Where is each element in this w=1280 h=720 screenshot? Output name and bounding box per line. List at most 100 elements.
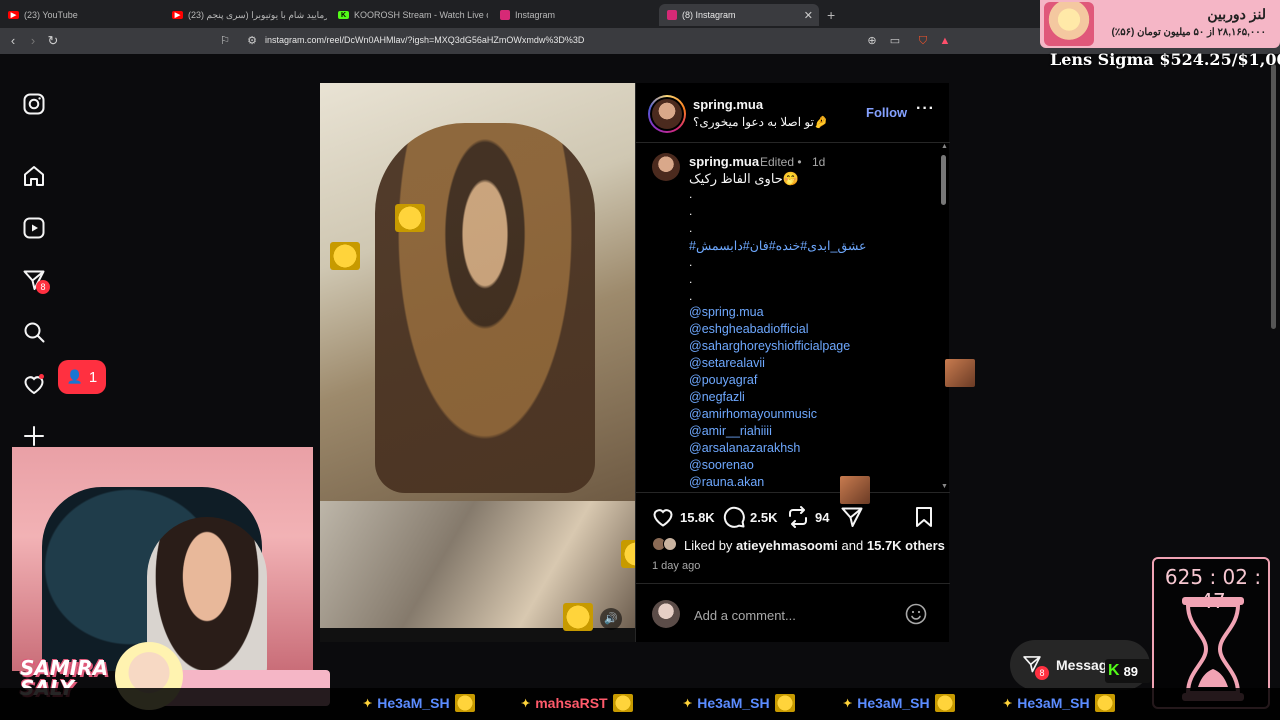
reel-person-image bbox=[375, 123, 595, 493]
notification-count: 1 bbox=[88, 368, 98, 386]
scroll-thumb[interactable] bbox=[941, 155, 946, 205]
divider bbox=[636, 142, 950, 143]
follow-button[interactable]: Follow bbox=[866, 105, 907, 120]
tab-instagram-active[interactable]: (8) Instagram ✕ bbox=[659, 4, 819, 26]
comment-input[interactable]: Add a comment... bbox=[694, 608, 796, 623]
liker-avatar bbox=[663, 537, 677, 551]
bookmark-icon[interactable]: ⚐ bbox=[218, 34, 232, 48]
chat-user-chip: ✦ He3aM_SH bbox=[1003, 694, 1115, 712]
goal-subtitle: ۲۸,۱۶۵,۰۰۰ از ۵۰ میلیون تومان (۵۶٪) bbox=[1111, 27, 1266, 38]
goal-title: لنز دوربین bbox=[1207, 6, 1266, 22]
mention-link[interactable]: @rauna.akan bbox=[689, 475, 764, 489]
mention-link[interactable]: @amirhomayounmusic bbox=[689, 407, 817, 421]
caption-username[interactable]: spring.mua bbox=[689, 154, 759, 169]
caption-dot: . bbox=[689, 221, 693, 235]
chat-badge-icon: ✦ bbox=[1003, 697, 1013, 710]
more-options-icon[interactable]: ··· bbox=[916, 100, 935, 118]
instagram-logo-icon[interactable] bbox=[22, 92, 46, 116]
liked-by-and: and bbox=[841, 538, 864, 553]
caption-avatar[interactable] bbox=[652, 153, 680, 181]
goal-avatar bbox=[1044, 2, 1094, 46]
like-icon[interactable] bbox=[651, 505, 675, 529]
chat-badge-icon: ✦ bbox=[363, 697, 373, 710]
scroll-up-icon[interactable]: ▲ bbox=[941, 143, 948, 150]
caption-dot: . bbox=[689, 255, 693, 269]
divider bbox=[636, 583, 950, 584]
plus-icon: + bbox=[827, 7, 836, 23]
caption-dot: . bbox=[689, 272, 693, 286]
mention-link[interactable]: @eshgheabadiofficial bbox=[689, 322, 809, 336]
comments-count: 2.5K bbox=[750, 510, 778, 525]
reels-icon[interactable] bbox=[22, 216, 46, 240]
search-icon[interactable] bbox=[22, 320, 46, 344]
notification-pill[interactable]: 👤 1 bbox=[58, 360, 106, 394]
home-icon[interactable] bbox=[22, 164, 46, 188]
close-tab-icon[interactable]: ✕ bbox=[804, 9, 813, 22]
chat-emote-icon bbox=[612, 694, 633, 712]
brave-shield-icon[interactable]: ⛉ bbox=[916, 34, 930, 48]
messages-badge: 8 bbox=[36, 280, 50, 294]
comment-icon[interactable] bbox=[722, 505, 746, 529]
censor-emoji-icon bbox=[395, 204, 425, 232]
new-tab-button[interactable]: + bbox=[827, 4, 839, 26]
cast-icon[interactable]: ▭ bbox=[888, 34, 902, 48]
divider bbox=[636, 492, 950, 493]
emoji-icon[interactable] bbox=[904, 602, 928, 626]
goal-banner: لنز دوربین ۲۸,۱۶۵,۰۰۰ از ۵۰ میلیون تومان… bbox=[1040, 0, 1280, 48]
youtube-icon: ▶ bbox=[172, 11, 183, 19]
reel-video[interactable]: 🔊 bbox=[320, 83, 635, 642]
chat-user-chip: ✦ He3aM_SH bbox=[683, 694, 795, 712]
scroll-down-icon[interactable]: ▼ bbox=[941, 483, 948, 490]
chat-emote-icon bbox=[934, 694, 955, 712]
chat-emote-icon bbox=[1094, 694, 1115, 712]
mention-link[interactable]: @saharghoreyshiofficialpage bbox=[689, 339, 850, 353]
save-icon[interactable] bbox=[912, 505, 936, 529]
author-avatar[interactable] bbox=[648, 95, 686, 133]
url-text[interactable]: instagram.com/reel/DcWn0AHMlav/?igsh=MXQ… bbox=[265, 35, 584, 45]
chat-username: He3aM_SH bbox=[697, 695, 770, 711]
tab-kick[interactable]: K KOOROSH Stream - Watch Live on K bbox=[338, 4, 488, 26]
post-time: 1 day ago bbox=[652, 560, 701, 572]
repost-icon[interactable] bbox=[786, 505, 810, 529]
back-button[interactable]: ‹ bbox=[5, 33, 21, 49]
liked-by-others[interactable]: 15.7K others bbox=[867, 538, 945, 553]
kick-viewer-count: 89 bbox=[1123, 663, 1139, 679]
chat-username: He3aM_SH bbox=[857, 695, 930, 711]
tab-instagram[interactable]: Instagram bbox=[500, 4, 650, 26]
mention-link[interactable]: @arsalanazarakhsh bbox=[689, 441, 800, 455]
instagram-icon bbox=[500, 10, 510, 20]
liked-by-prefix: Liked by bbox=[684, 538, 733, 553]
chat-username: mahsaRST bbox=[535, 695, 608, 711]
chat-emote-icon bbox=[774, 694, 795, 712]
censor-emoji-icon bbox=[621, 540, 635, 568]
mention-link[interactable]: @spring.mua bbox=[689, 305, 764, 319]
brave-rewards-icon[interactable]: ▲ bbox=[938, 34, 952, 48]
site-info-icon[interactable]: ⚙ bbox=[245, 34, 259, 48]
caption-hashtags[interactable]: #عشق_ابدی#خنده#فان#دابسمش bbox=[689, 238, 867, 253]
forward-button[interactable]: › bbox=[25, 33, 41, 49]
reload-button[interactable]: ↻ bbox=[45, 33, 61, 49]
webcam-feed bbox=[12, 447, 313, 671]
meme-sticker bbox=[945, 359, 975, 387]
author-username[interactable]: spring.mua bbox=[693, 97, 763, 112]
post-subtitle: تو اصلا به دعوا میخوری؟🤌 bbox=[693, 115, 829, 129]
notifications-icon[interactable] bbox=[22, 372, 46, 396]
create-icon[interactable] bbox=[22, 424, 46, 448]
zoom-icon[interactable]: ⊕ bbox=[865, 34, 879, 48]
caption-scrollbar[interactable]: ▲ ▼ bbox=[939, 143, 948, 493]
caption-first-line: حاوی الفاظ رکیک🤭 bbox=[689, 171, 800, 186]
tab-youtube-2[interactable]: ▶ (23) بفرمایید شام با یوتیوبرا (سری پنج… bbox=[172, 4, 327, 26]
tab-youtube[interactable]: ▶ (23) YouTube bbox=[8, 4, 168, 26]
subathon-timer: 625 : 02 : 47 bbox=[1152, 557, 1270, 709]
share-icon[interactable] bbox=[840, 505, 864, 529]
volume-icon[interactable]: 🔊 bbox=[600, 608, 622, 630]
mention-link[interactable]: @negfazli bbox=[689, 390, 745, 404]
chat-badge-icon: ✦ bbox=[683, 697, 693, 710]
mention-link[interactable]: @soorenao bbox=[689, 458, 754, 472]
liked-by-user[interactable]: atieyehmasoomi bbox=[736, 538, 838, 553]
mention-link[interactable]: @pouyagraf bbox=[689, 373, 757, 387]
mention-link[interactable]: @amir__riahiiii bbox=[689, 424, 772, 438]
kick-icon: K bbox=[338, 11, 349, 19]
page-scrollbar[interactable] bbox=[1271, 64, 1276, 329]
mention-link[interactable]: @setarealavii bbox=[689, 356, 765, 370]
